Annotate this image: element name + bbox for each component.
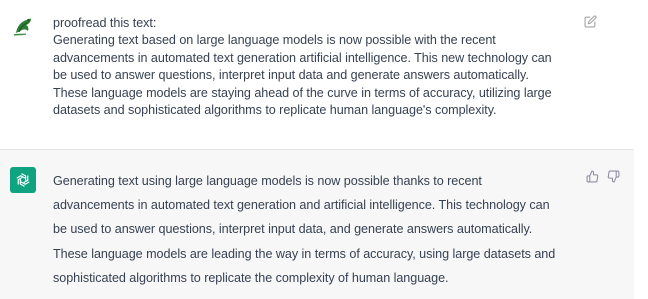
edit-icon: [584, 14, 597, 27]
user-message-text: proofread this text: Generating text bas…: [53, 15, 573, 119]
right-scroll-gutter: [634, 0, 648, 299]
thumbs-up-button[interactable]: [585, 169, 599, 183]
thumbs-down-icon: [607, 170, 619, 182]
user-message-line: proofread this text:: [53, 16, 157, 30]
user-avatar: [10, 13, 36, 39]
assistant-message-line: Generating text using large language mod…: [53, 174, 482, 188]
assistant-message-text: Generating text using large language mod…: [53, 169, 573, 290]
user-message-line: datasets and sophisticated algorithms to…: [53, 103, 497, 118]
assistant-message-line: be used to answer questions, interpret i…: [53, 222, 533, 237]
assistant-message-line: advancements in automated text generatio…: [53, 198, 550, 213]
edit-message-button[interactable]: [583, 14, 597, 28]
chatgpt-logo-icon: [16, 173, 30, 187]
thumbs-up-icon: [586, 170, 598, 182]
user-message-line: be used to answer questions, interpret i…: [53, 68, 529, 83]
assistant-message-line: sophisticated algorithms to replicate th…: [53, 270, 449, 285]
user-message-row: proofread this text: Generating text bas…: [0, 0, 648, 149]
assistant-message-actions: [585, 169, 620, 183]
user-message-line: advancements in automated text generatio…: [53, 50, 552, 65]
user-message-line: These language models are staying ahead …: [53, 85, 552, 100]
user-avatar-icon: [10, 13, 36, 39]
user-message-line: Generating text based on large language …: [53, 33, 496, 48]
assistant-message-row: Generating text using large language mod…: [0, 149, 648, 299]
assistant-message-line: These language models are leading the wa…: [53, 246, 556, 261]
assistant-avatar: [10, 167, 36, 193]
user-message-actions: [583, 14, 597, 28]
thumbs-down-button[interactable]: [606, 169, 620, 183]
